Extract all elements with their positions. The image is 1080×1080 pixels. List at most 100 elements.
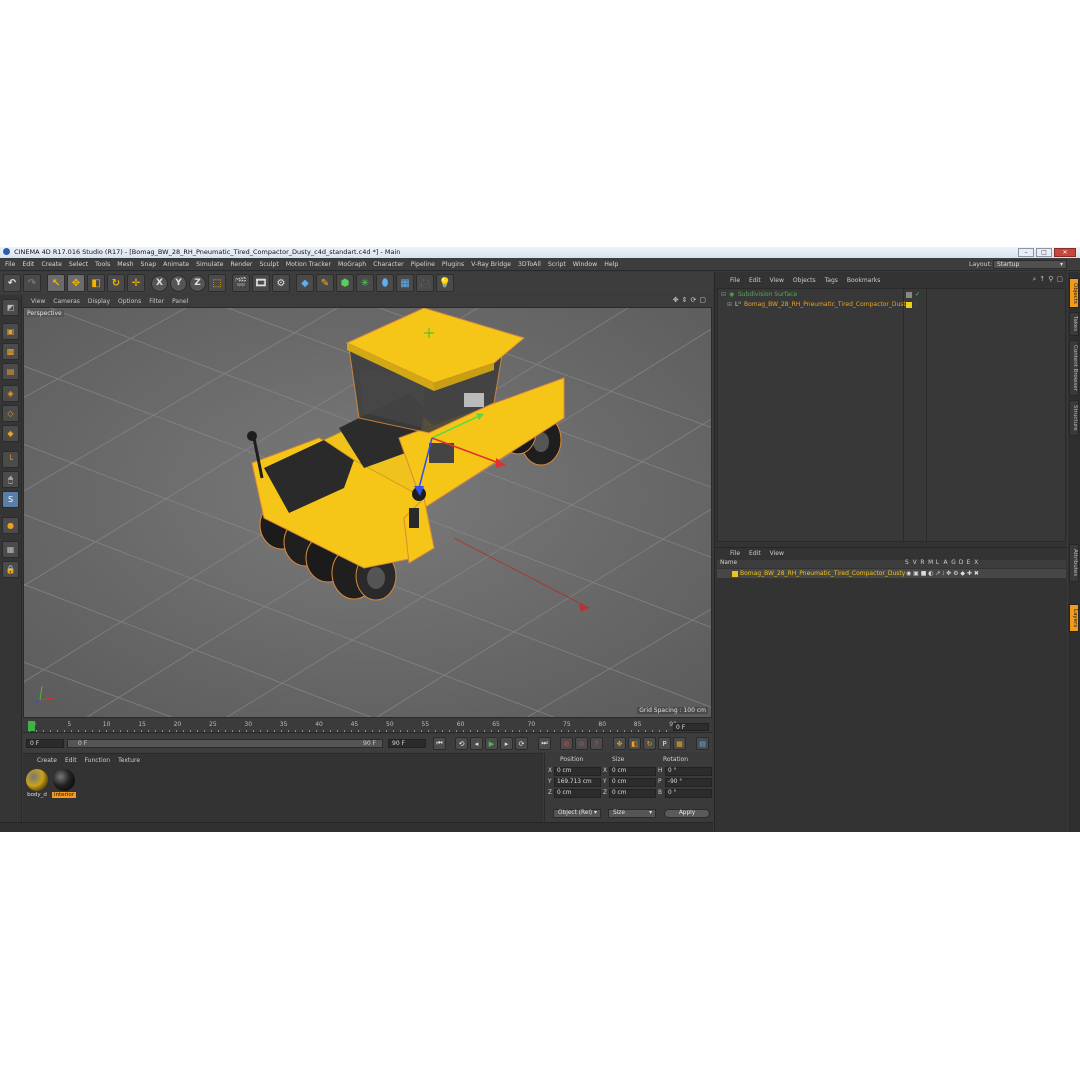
menu-mesh[interactable]: Mesh xyxy=(117,261,133,268)
object-row-subdivision-surface[interactable]: ⊟ ◉ Subdivision Surface ✓ xyxy=(718,290,1065,300)
perspective-viewport[interactable]: Perspective Grid Spacing : 100 cm xyxy=(23,307,712,718)
object-menu-tags[interactable]: Tags xyxy=(825,277,838,284)
next-key-icon[interactable]: ⟳ xyxy=(515,737,528,750)
layer-column-header[interactable]: S xyxy=(905,560,909,566)
render-settings-icon[interactable]: ⚙ xyxy=(272,274,290,292)
edges-mode-icon[interactable]: ◇ xyxy=(2,405,19,422)
menu-help[interactable]: Help xyxy=(604,261,618,268)
close-icon[interactable]: ✕ xyxy=(1054,248,1076,257)
live-selection-icon[interactable]: ↖ xyxy=(47,274,65,292)
filter-icon[interactable]: ⚲ xyxy=(1048,275,1053,284)
layer-tag-icon[interactable] xyxy=(906,292,912,298)
menu-create[interactable]: Create xyxy=(41,261,62,268)
object-menu-view[interactable]: View xyxy=(770,277,784,284)
size-field[interactable]: 0 cm xyxy=(609,767,656,776)
tab-content-browser[interactable]: Content Browser xyxy=(1069,340,1079,396)
workplane-icon[interactable]: ▦ xyxy=(2,541,19,558)
material-menu-create[interactable]: Create xyxy=(37,757,57,764)
up-arrow-icon[interactable]: ↑ xyxy=(1039,275,1045,284)
layer-column-header[interactable]: R xyxy=(920,560,924,566)
search-icon[interactable]: ⌕ xyxy=(1032,275,1036,284)
viewport-menu-view[interactable]: View xyxy=(31,298,45,305)
rotation-field[interactable]: -90 ° xyxy=(665,778,712,787)
menu-window[interactable]: Window xyxy=(573,261,597,268)
position-key-icon[interactable]: ✥ xyxy=(613,737,626,750)
scale-tool-icon[interactable]: ◧ xyxy=(87,274,105,292)
layer-color-icon[interactable] xyxy=(906,302,912,308)
cloner-icon[interactable]: ✳ xyxy=(356,274,374,292)
layer-column-header[interactable]: X xyxy=(974,560,978,566)
menu-3dtoall[interactable]: 3DToAll xyxy=(518,261,541,268)
tab-attributes[interactable]: Attributes xyxy=(1069,544,1079,582)
material-menu-edit[interactable]: Edit xyxy=(65,757,77,764)
material-swatch[interactable]: interior xyxy=(52,769,76,798)
tweak-mode-icon[interactable]: 🖱 xyxy=(2,471,19,488)
workplane-mode-icon[interactable]: ▤ xyxy=(2,363,19,380)
menu-select[interactable]: Select xyxy=(69,261,88,268)
rotation-field[interactable]: 0 ° xyxy=(665,789,712,798)
points-mode-icon[interactable]: ◈ xyxy=(2,385,19,402)
z-axis-lock-icon[interactable]: Z xyxy=(189,274,206,292)
menu-plugins[interactable]: Plugins xyxy=(442,261,464,268)
material-menu-function[interactable]: Function xyxy=(85,757,111,764)
menu-render[interactable]: Render xyxy=(230,261,252,268)
layer-row[interactable]: Bomag_BW_28_RH_Pneumatic_Tired_Compactor… xyxy=(717,569,1066,578)
menu-animate[interactable]: Animate xyxy=(163,261,189,268)
material-swatch[interactable]: body_d xyxy=(25,769,49,798)
pan-icon[interactable]: ✥ xyxy=(673,296,679,304)
menu-file[interactable]: File xyxy=(5,261,15,268)
render-view-icon[interactable]: 🎬 xyxy=(232,274,250,292)
menu-snap[interactable]: Snap xyxy=(141,261,157,268)
minimize-icon[interactable]: – xyxy=(1018,248,1034,257)
layer-column-header[interactable]: L xyxy=(936,560,939,566)
layout-dropdown[interactable]: Startup ▾ xyxy=(993,260,1067,269)
prev-key-icon[interactable]: ⟲ xyxy=(455,737,468,750)
polygons-mode-icon[interactable]: ◆ xyxy=(2,425,19,442)
menu-tools[interactable]: Tools xyxy=(95,261,110,268)
recent-tools-icon[interactable]: ✛ xyxy=(127,274,145,292)
menu-pipeline[interactable]: Pipeline xyxy=(411,261,435,268)
rotate-tool-icon[interactable]: ↻ xyxy=(107,274,125,292)
floor-scene-icon[interactable]: ▦ xyxy=(396,274,414,292)
object-menu-edit[interactable]: Edit xyxy=(749,277,761,284)
toggle-view-icon[interactable]: ▢ xyxy=(699,296,706,304)
x-axis-lock-icon[interactable]: X xyxy=(151,274,168,292)
start-frame-field[interactable]: 0 F xyxy=(26,739,64,748)
menu-motion-tracker[interactable]: Motion Tracker xyxy=(286,261,331,268)
goto-end-icon[interactable]: ⏭ xyxy=(538,737,551,750)
tab-structure[interactable]: Structure xyxy=(1069,400,1079,436)
menu-edit[interactable]: Edit xyxy=(22,261,34,268)
scale-key-icon[interactable]: ◧ xyxy=(628,737,641,750)
coordinate-mode-dropdown[interactable]: Object (Rel) ▾ xyxy=(553,809,601,818)
goto-start-icon[interactable]: ⏮ xyxy=(433,737,446,750)
layer-menu-view[interactable]: View xyxy=(770,550,784,557)
size-field[interactable]: 0 cm xyxy=(609,789,656,798)
size-field[interactable]: 0 cm xyxy=(609,778,656,787)
parameter-key-icon[interactable]: P xyxy=(658,737,671,750)
menu-character[interactable]: Character xyxy=(373,261,404,268)
cube-primitive-icon[interactable]: ◆ xyxy=(296,274,314,292)
timeline-playhead[interactable] xyxy=(28,721,35,731)
record-keys-icon[interactable]: ⊘ xyxy=(560,737,573,750)
play-icon[interactable]: ▶ xyxy=(485,737,498,750)
menu-mograph[interactable]: MoGraph xyxy=(338,261,366,268)
rotation-key-icon[interactable]: ↻ xyxy=(643,737,656,750)
coordinate-system-icon[interactable]: ⬚ xyxy=(208,274,226,292)
orbit-icon[interactable]: ⟳ xyxy=(691,296,697,304)
zoom-icon[interactable]: ⇕ xyxy=(682,296,688,304)
tab-objects[interactable]: Objects xyxy=(1069,278,1079,308)
material-menu-texture[interactable]: Texture xyxy=(118,757,140,764)
axis-mode-icon[interactable]: └ xyxy=(2,451,19,468)
tab-layers[interactable]: Layers xyxy=(1069,604,1079,632)
timeline-ruler[interactable]: 051015202530354045505560657075808590 xyxy=(23,719,712,733)
autokey-icon[interactable]: ⊙ xyxy=(575,737,588,750)
texture-mode-icon[interactable]: ▩ xyxy=(2,343,19,360)
deformer-icon[interactable]: ⬮ xyxy=(376,274,394,292)
end-frame-field[interactable]: 90 F xyxy=(388,739,426,748)
layer-column-header[interactable]: A xyxy=(944,560,948,566)
layer-column-header[interactable]: G xyxy=(951,560,956,566)
viewport-menu-options[interactable]: Options xyxy=(118,298,141,305)
position-field[interactable]: 0 cm xyxy=(554,789,601,798)
camera-icon[interactable]: 🎥 xyxy=(416,274,434,292)
viewport-camera-label[interactable]: Perspective xyxy=(25,310,64,317)
